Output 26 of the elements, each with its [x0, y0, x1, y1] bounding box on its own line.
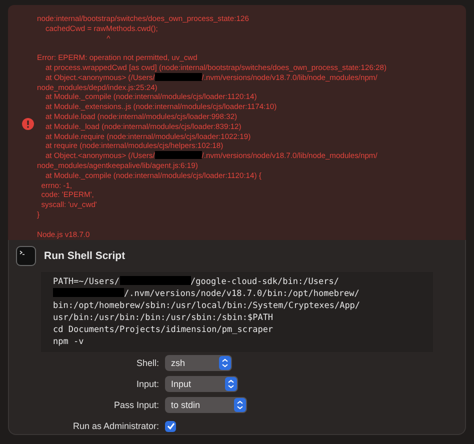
script-editor[interactable]: [41, 272, 433, 352]
script-text: npm -v: [53, 337, 84, 347]
error-icon: [22, 118, 34, 130]
terminal-icon: [16, 246, 36, 266]
option-label: Run as Administrator:: [72, 421, 159, 431]
redaction-bar: [53, 288, 124, 297]
action-title: Run Shell Script: [44, 250, 126, 262]
redaction-bar: [154, 72, 202, 81]
chevron-icon: [234, 398, 246, 412]
script-text: cd Documents/Projects/idimension/pm_scraper: [53, 325, 274, 335]
chevron-icon: [219, 356, 232, 370]
option-label: Shell:: [135, 358, 159, 368]
popup-button[interactable]: Input: [165, 376, 238, 392]
redaction-bar: [154, 151, 202, 160]
option-label: Pass Input:: [112, 400, 159, 410]
checkbox[interactable]: [165, 420, 176, 432]
script-text: /.nvm/versions/node/v18.7.0/bin:/opt/homebrew/: [124, 289, 360, 299]
script-text: bin:/opt/homebrew/sbin:/usr/local/bin:/System/Cryptexes/App/: [53, 301, 360, 311]
option-label: Input:: [135, 379, 159, 389]
script-text: PATH=~/Users/: [53, 277, 120, 287]
chevron-icon: [225, 377, 238, 391]
script-text: /google-cloud-sdk/bin:/Users/: [190, 277, 339, 287]
redaction-bar: [120, 276, 191, 285]
popup-button[interactable]: to stdin: [165, 397, 248, 413]
script-text: usr/bin:/usr/bin:/bin:/usr/sbin:/sbin:$PATH: [53, 313, 274, 323]
popup-button[interactable]: zsh: [165, 355, 232, 371]
